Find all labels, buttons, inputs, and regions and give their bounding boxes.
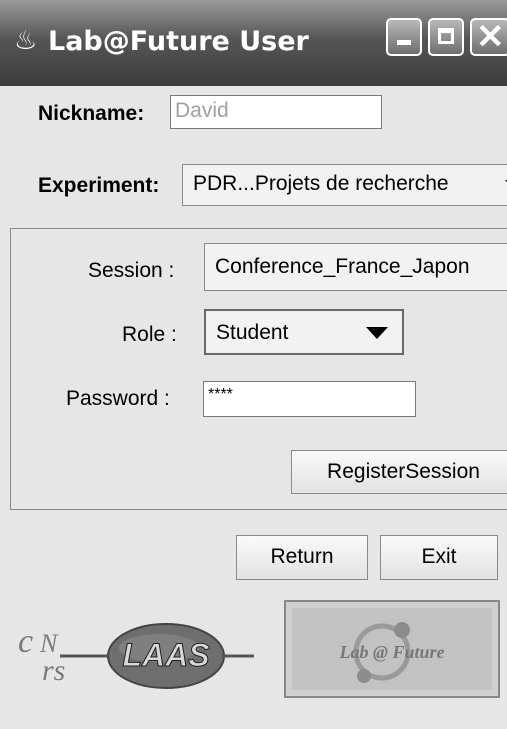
title-bar[interactable]: ♨ Lab@Future User ✕	[0, 0, 507, 86]
svg-text:c: c	[18, 623, 33, 660]
experiment-label: Experiment:	[38, 174, 160, 197]
session-select[interactable]: Conference_France_Japon	[204, 243, 507, 291]
close-button[interactable]: ✕	[470, 18, 507, 56]
session-selected: Conference_France_Japon	[215, 255, 470, 278]
role-select[interactable]: Student	[204, 309, 404, 355]
role-selected: Student	[216, 321, 289, 344]
chevron-down-icon	[366, 327, 388, 339]
java-cup-icon: ♨	[14, 25, 38, 55]
nickname-input[interactable]: David	[170, 95, 382, 129]
minimize-button[interactable]	[386, 18, 422, 56]
experiment-select[interactable]: PDR...Projets de recherche	[182, 164, 507, 206]
exit-button[interactable]: Exit	[380, 535, 498, 580]
cnrs-laas-logo: c N rs LAAS	[18, 623, 254, 689]
svg-text:LAAS: LAAS	[122, 637, 210, 673]
maximize-button[interactable]	[428, 18, 464, 56]
window-title: Lab@Future User	[48, 26, 309, 57]
register-session-button[interactable]: RegisterSession	[291, 450, 507, 494]
labfuture-logo: Lab @ Future	[284, 600, 500, 698]
svg-text:rs: rs	[42, 654, 65, 687]
experiment-selected: PDR...Projets de recherche	[193, 172, 449, 195]
nickname-label: Nickname:	[38, 102, 145, 125]
svg-text:Lab @ Future: Lab @ Future	[339, 642, 445, 662]
application-window: ♨ Lab@Future User ✕ Nickname: David Expe…	[0, 0, 507, 729]
return-button[interactable]: Return	[236, 535, 368, 580]
password-label: Password :	[66, 387, 170, 410]
close-icon: ✕	[476, 18, 505, 56]
minimize-icon	[397, 40, 411, 45]
session-label: Session :	[88, 259, 175, 282]
password-input[interactable]: ****	[203, 381, 416, 417]
maximize-icon	[438, 28, 454, 44]
role-label: Role :	[122, 323, 177, 346]
